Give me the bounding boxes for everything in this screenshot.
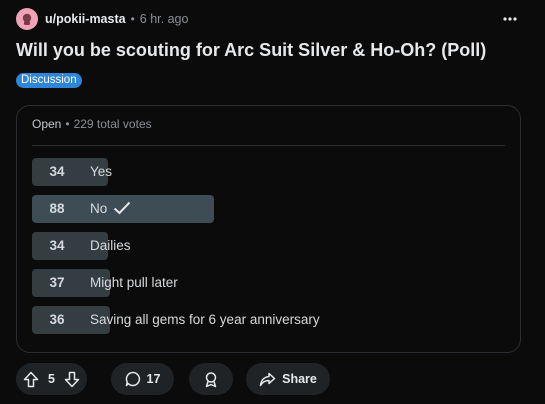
avatar-icon bbox=[22, 13, 32, 25]
poll-meta: Open • 229 total votes bbox=[32, 117, 152, 131]
share-button[interactable]: Share bbox=[246, 363, 330, 395]
poll-meta-separator: • bbox=[65, 117, 70, 131]
poll-option: 36 Saving all gems for 6 year anniversar… bbox=[32, 306, 502, 334]
poll-option-count: 34 bbox=[49, 164, 65, 179]
award-button[interactable] bbox=[189, 363, 233, 395]
downvote-icon bbox=[64, 371, 80, 387]
upvote-icon bbox=[23, 371, 39, 387]
downvote-button[interactable] bbox=[64, 371, 80, 388]
author-link[interactable]: u/pokii-masta bbox=[45, 12, 126, 26]
poll-option: 37 Might pull later bbox=[32, 269, 502, 297]
upvote-button[interactable] bbox=[23, 371, 39, 388]
vote-score: 5 bbox=[48, 372, 55, 386]
poll-option-count: 36 bbox=[49, 312, 65, 327]
poll-option-label: Might pull later bbox=[90, 275, 178, 290]
poll-option-label: Saving all gems for 6 year anniversary bbox=[90, 312, 320, 327]
poll-option-label: Dailies bbox=[90, 238, 131, 253]
more-options-button[interactable] bbox=[499, 9, 521, 29]
comment-icon bbox=[125, 371, 140, 387]
poll-option: 88 No bbox=[32, 195, 502, 223]
poll-option-count: 88 bbox=[49, 201, 65, 216]
poll-option-label: No bbox=[90, 201, 108, 216]
checkmark-icon bbox=[114, 201, 131, 215]
share-icon bbox=[259, 372, 276, 386]
vote-group: 5 bbox=[16, 363, 87, 395]
post-title[interactable]: Will you be scouting for Arc Suit Silver… bbox=[16, 40, 486, 61]
avatar[interactable] bbox=[16, 8, 38, 30]
comments-button[interactable]: 17 bbox=[111, 363, 174, 395]
flair-badge[interactable]: Discussion bbox=[16, 73, 82, 88]
poll-option-label-wrap: No bbox=[90, 195, 131, 223]
poll-option: 34 Yes bbox=[32, 158, 502, 186]
poll-card: Open • 229 total votes 34 Yes 88 No 34 Dai… bbox=[16, 105, 521, 353]
poll-status: Open bbox=[32, 117, 62, 131]
poll-option-label: Yes bbox=[90, 164, 113, 179]
poll-option-count: 34 bbox=[49, 238, 65, 253]
poll-option: 34 Dailies bbox=[32, 232, 502, 260]
award-icon bbox=[205, 371, 217, 387]
poll-total-votes: 229 total votes bbox=[73, 117, 152, 131]
post-time: 6 hr. ago bbox=[139, 12, 189, 26]
meta-separator: • bbox=[130, 12, 135, 26]
post-actions: 5 17 Share bbox=[16, 363, 330, 395]
share-label: Share bbox=[282, 372, 317, 386]
post-header: u/pokii-masta • 6 hr. ago bbox=[16, 7, 529, 31]
poll-option-count: 37 bbox=[49, 275, 65, 290]
comment-count: 17 bbox=[146, 372, 161, 386]
more-options-icon bbox=[503, 17, 517, 21]
poll-divider bbox=[32, 145, 505, 146]
